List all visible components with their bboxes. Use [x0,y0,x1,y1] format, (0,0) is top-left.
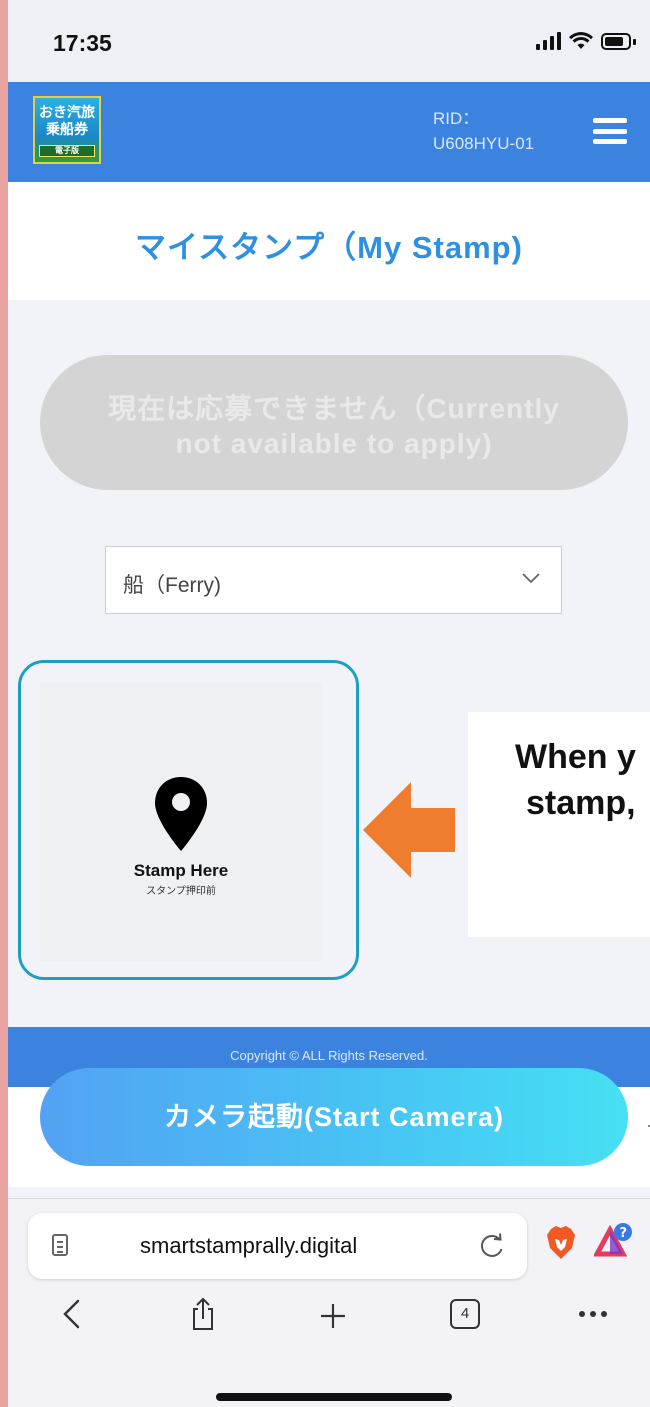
tab-count-button[interactable]: 4 [450,1299,480,1329]
phone-screen: 17:35 おき汽旅 乗船券 電子版 RID： U608HYU-01 マイスタン… [8,0,650,1407]
reader-page-icon[interactable] [52,1234,68,1256]
status-icons [536,32,636,50]
page-title: マイスタンプ（My Stamp) [135,230,523,265]
callout-line1: When y [515,738,636,776]
url-text: smartstamprally.digital [140,1233,358,1258]
home-indicator [216,1393,452,1401]
logo-band: 電子版 [39,145,95,157]
logo[interactable]: おき汽旅 乗船券 電子版 [33,96,101,164]
status-bar: 17:35 [8,0,650,82]
callout-line2: stamp, [526,784,636,822]
rid-label: RID： [433,109,480,128]
battery-tip [633,39,636,45]
status-time: 17:35 [53,30,112,56]
map-pin-icon [155,777,207,851]
signal-icon [536,32,561,50]
url-field[interactable]: smartstamprally.digital [28,1213,527,1279]
copyright-text: Copyright © ALL Rights Reserved. [230,1048,428,1063]
battery-icon [601,33,631,50]
share-icon[interactable] [189,1297,217,1331]
logo-text-top: おき汽旅 [39,104,95,120]
stamp-here-label: Stamp Here [133,861,229,880]
stamp-sub-label: スタンプ押印前 [146,886,216,897]
more-icon[interactable] [578,1310,608,1318]
apply-button-line2: not available to apply) [175,428,493,459]
title-band: マイスタンプ（My Stamp) [8,182,650,300]
chevron-down-icon [522,573,540,584]
back-icon[interactable] [60,1297,84,1331]
category-select[interactable]: 船（Ferry) [105,546,562,614]
arrow-left-icon [363,782,455,878]
apply-button[interactable]: 現在は応募できません（Currently not available to ap… [40,355,628,490]
brave-rewards-icon[interactable]: ? [594,1222,634,1260]
start-camera-button[interactable]: カメラ起動(Start Camera) [40,1068,628,1166]
svg-text:?: ? [620,1226,628,1241]
new-tab-icon[interactable] [319,1302,347,1330]
stamp-card[interactable]: Stamp Here スタンプ押印前 [40,683,322,961]
hamburger-menu-icon[interactable] [593,118,627,144]
callout-box: When y stamp, [468,712,650,937]
rid-value: U608HYU-01 [433,134,535,153]
apply-button-line1: 現在は応募できません（Currently [108,393,560,424]
wifi-icon [569,32,593,49]
reload-icon[interactable] [478,1232,506,1260]
logo-text-bottom: 乗船券 [46,121,88,137]
category-select-value: 船（Ferry) [123,574,221,597]
app-header: おき汽旅 乗船券 電子版 RID： U608HYU-01 [8,82,650,182]
brave-lion-icon[interactable] [546,1226,576,1260]
